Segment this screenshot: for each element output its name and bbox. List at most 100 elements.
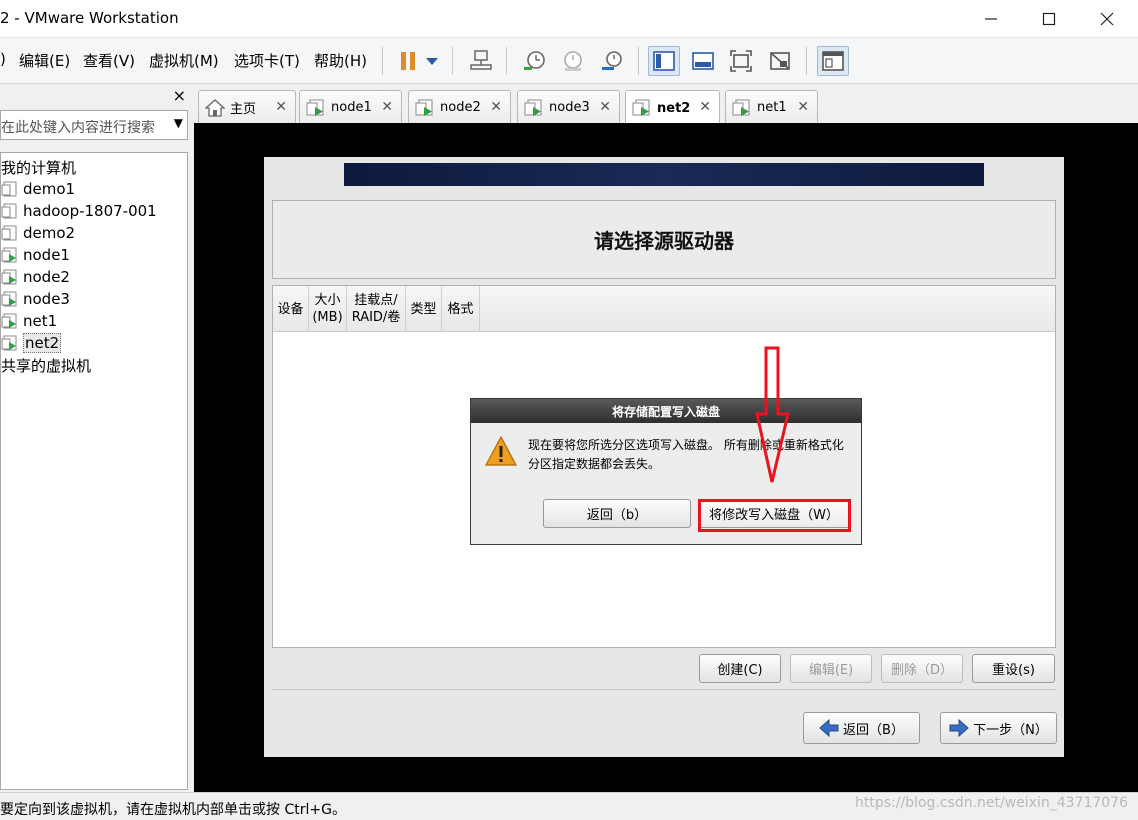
next-button[interactable]: 下一步（N） (940, 712, 1057, 744)
vm-running-icon (524, 99, 542, 116)
menu-file-partial[interactable]: ) (0, 50, 6, 68)
menu-bar: ) 编辑(E) 查看(V) 虚拟机(M) 选项卡(T) 帮助(H) (0, 38, 1138, 84)
tab-bar: 主页 ✕ node1 ✕ node2 ✕ node3 ✕ net2 ✕ net1… (192, 84, 1138, 125)
search-input[interactable]: 在此处键入内容进行搜索 ▼ (0, 110, 188, 140)
tree-item-demo2[interactable]: demo2 (1, 222, 75, 244)
maximize-icon (1042, 12, 1056, 26)
fullscreen-button[interactable] (725, 46, 757, 76)
vm-tree: 我的计算机 demo1 hadoop-1807-001 demo2 node1 … (0, 152, 188, 790)
tab-close-icon[interactable]: ✕ (797, 99, 809, 115)
close-button[interactable] (1078, 0, 1136, 38)
menu-tabs[interactable]: 选项卡(T) (234, 50, 300, 71)
column-type[interactable]: 类型 (406, 286, 442, 332)
dropdown-icon (426, 58, 438, 65)
tab-net1[interactable]: net1 ✕ (725, 90, 818, 124)
tree-item-node3[interactable]: node3 (1, 288, 70, 310)
back-button-label: 返回（B） (843, 722, 904, 738)
status-bar: 要定向到该虚拟机，请在虚拟机内部单击或按 Ctrl+G。 https://blo… (0, 792, 1138, 820)
tab-close-icon[interactable]: ✕ (599, 99, 611, 115)
vm-running-icon (1, 291, 17, 307)
reset-button[interactable]: 重设(s) (972, 654, 1055, 683)
tree-item-demo1[interactable]: demo1 (1, 178, 75, 200)
vm-icon (1, 181, 17, 197)
dialog-write-button[interactable]: 将修改写入磁盘（W） (698, 499, 850, 528)
back-button[interactable]: 返回（B） (803, 712, 920, 744)
console-view-icon (653, 51, 675, 71)
home-icon (205, 98, 225, 117)
delete-button[interactable]: 删除（D） (881, 654, 963, 683)
dialog-back-button[interactable]: 返回（b） (543, 499, 691, 528)
network-button[interactable] (465, 46, 497, 76)
vm-running-icon (415, 99, 433, 116)
tree-item-net2[interactable]: net2 (1, 332, 62, 354)
console-view-button[interactable] (648, 46, 680, 76)
installer-heading-box: 请选择源驱动器 (272, 200, 1056, 279)
tab-net2[interactable]: net2 ✕ (625, 90, 720, 125)
tab-node1[interactable]: node1 ✕ (299, 90, 402, 124)
sidebar-close-button[interactable]: × (173, 86, 186, 105)
create-button[interactable]: 创建(C) (699, 654, 781, 683)
column-device[interactable]: 设备 (273, 286, 309, 332)
library-icon (822, 51, 844, 71)
tree-item-hadoop[interactable]: hadoop-1807-001 (1, 200, 157, 222)
snapshot-take-button[interactable] (518, 46, 550, 76)
dialog-message: 现在要将您所选分区选项写入磁盘。 所有删除或重新格式化分区指定数据都会丢失。 (528, 438, 844, 471)
tree-item-node1[interactable]: node1 (1, 244, 70, 266)
column-format[interactable]: 格式 (442, 286, 480, 332)
snapshot-manager-button[interactable] (596, 46, 628, 76)
watermark: https://blog.csdn.net/weixin_43717076 (854, 795, 1128, 811)
menu-edit[interactable]: 编辑(E) (19, 50, 70, 71)
menu-vm[interactable]: 虚拟机(M) (149, 50, 219, 71)
fullscreen-bar-icon (692, 52, 714, 70)
vm-running-icon (306, 99, 324, 116)
vm-console[interactable]: 请选择源驱动器 设备 大小 (MB) 挂载点/ RAID/卷 类型 格式 创建(… (194, 123, 1138, 792)
search-placeholder: 在此处键入内容进行搜索 (1, 120, 155, 136)
power-dropdown[interactable] (420, 46, 444, 76)
edit-button[interactable]: 编辑(E) (790, 654, 872, 683)
vm-running-icon (1, 313, 17, 329)
menu-help[interactable]: 帮助(H) (314, 50, 367, 71)
fullscreen-bar-button[interactable] (687, 46, 719, 76)
warning-icon (485, 436, 517, 466)
tree-item-net1[interactable]: net1 (1, 310, 57, 332)
minimize-icon (985, 18, 997, 20)
status-message: 要定向到该虚拟机，请在虚拟机内部单击或按 Ctrl+G。 (0, 802, 346, 818)
tab-close-icon[interactable]: ✕ (275, 99, 287, 115)
column-mountpoint[interactable]: 挂载点/ RAID/卷 (347, 286, 406, 332)
unity-icon (770, 52, 790, 70)
tab-close-icon[interactable]: ✕ (381, 99, 393, 115)
fullscreen-icon (730, 50, 752, 72)
tree-group-shared-vms[interactable]: 共享的虚拟机 (1, 354, 91, 376)
vm-running-icon (732, 99, 750, 116)
unity-button[interactable] (764, 46, 796, 76)
vm-icon (1, 225, 17, 241)
library-button[interactable] (817, 46, 849, 76)
vm-running-icon (632, 99, 650, 116)
tree-item-node2[interactable]: node2 (1, 266, 70, 288)
arrow-right-icon (949, 719, 969, 737)
vm-icon (1, 203, 17, 219)
tab-close-icon[interactable]: ✕ (699, 99, 711, 115)
installer-banner (344, 163, 984, 186)
snapshot-revert-icon (564, 51, 582, 71)
minimize-button[interactable] (962, 0, 1020, 38)
tree-group-my-computer[interactable]: 我的计算机 (1, 156, 76, 178)
close-icon (1100, 12, 1114, 26)
network-icon (470, 50, 492, 70)
installer-divider (272, 689, 1056, 690)
tab-close-icon[interactable]: ✕ (490, 99, 502, 115)
window-title: 2 - VMware Workstation (0, 9, 179, 27)
column-size[interactable]: 大小 (MB) (309, 286, 347, 332)
maximize-button[interactable] (1020, 0, 1078, 38)
title-bar: 2 - VMware Workstation (0, 0, 1138, 38)
snapshot-revert-button[interactable] (557, 46, 589, 76)
search-dropdown-icon[interactable]: ▼ (174, 116, 183, 130)
library-sidebar: × 在此处键入内容进行搜索 ▼ 我的计算机 demo1 hadoop-1807-… (0, 84, 192, 792)
menu-view[interactable]: 查看(V) (83, 50, 135, 71)
vm-running-icon (1, 335, 17, 351)
tab-node3[interactable]: node3 ✕ (517, 90, 620, 124)
pause-icon (401, 52, 415, 70)
tab-node2[interactable]: node2 ✕ (408, 90, 511, 124)
write-confirm-dialog: 将存储配置写入磁盘 现在要将您所选分区选项写入磁盘。 所有删除或重新格式化分区指… (470, 398, 862, 545)
tab-home[interactable]: 主页 ✕ (198, 90, 296, 124)
